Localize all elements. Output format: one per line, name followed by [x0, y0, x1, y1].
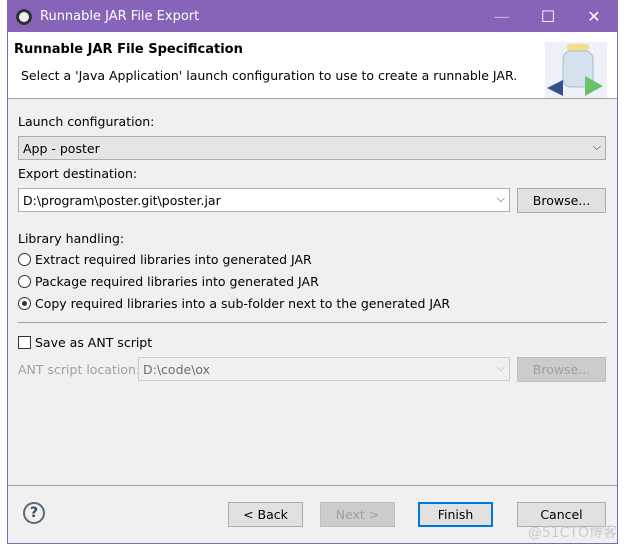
library-handling-label: Library handling:	[18, 231, 125, 246]
next-button[interactable]: Next >	[320, 502, 395, 527]
launch-config-value: App - poster	[23, 140, 100, 156]
help-icon[interactable]: ?	[23, 502, 45, 524]
export-destination-value: D:\program\poster.git\poster.jar	[23, 192, 221, 208]
browse-ant-button[interactable]: Browse...	[517, 357, 606, 382]
checkbox-label: Save as ANT script	[35, 335, 153, 350]
radio-label: Extract required libraries into generate…	[35, 252, 312, 267]
ant-location-value: D:\code\ox	[143, 361, 211, 377]
radio-extract[interactable]: Extract required libraries into generate…	[18, 252, 312, 267]
page-description: Select a 'Java Application' launch confi…	[21, 68, 518, 83]
radio-circle	[18, 275, 31, 288]
minimize-button[interactable]: —	[479, 1, 525, 32]
save-ant-checkbox[interactable]: Save as ANT script	[18, 335, 152, 350]
radio-label: Package required libraries into generate…	[35, 274, 319, 289]
button-bar-divider	[8, 485, 617, 486]
ant-location-input[interactable]: D:\code\ox ⌵	[138, 357, 510, 381]
ant-location-label: ANT script location:	[18, 362, 141, 377]
eclipse-gear-icon	[16, 8, 32, 25]
export-dialog: Runnable JAR File Export — ☐ ✕ Runnable …	[7, 0, 618, 544]
launch-config-select[interactable]: App - poster ⌵	[18, 136, 606, 160]
page-title: Runnable JAR File Specification	[14, 42, 243, 57]
radio-label: Copy required libraries into a sub-folde…	[35, 296, 451, 311]
watermark: @51CTO博客	[527, 525, 617, 541]
divider	[18, 322, 607, 323]
maximize-button[interactable]: ☐	[525, 1, 571, 32]
chevron-down-icon: ⌵	[496, 361, 505, 374]
export-destination-input[interactable]: D:\program\poster.git\poster.jar ⌵	[18, 188, 510, 212]
browse-export-button[interactable]: Browse...	[517, 188, 606, 213]
window-title: Runnable JAR File Export	[40, 9, 200, 24]
chevron-down-icon: ⌵	[592, 140, 601, 153]
wizard-header: Runnable JAR File Specification Select a…	[8, 32, 617, 99]
radio-circle	[18, 253, 31, 266]
radio-copy[interactable]: Copy required libraries into a sub-folde…	[18, 296, 450, 311]
back-button[interactable]: < Back	[228, 502, 303, 527]
close-button[interactable]: ✕	[571, 1, 617, 32]
launch-config-label: Launch configuration:	[18, 114, 155, 129]
jar-icon	[545, 42, 607, 98]
checkbox-box	[18, 336, 31, 349]
radio-package[interactable]: Package required libraries into generate…	[18, 274, 319, 289]
finish-button[interactable]: Finish	[418, 502, 493, 527]
chevron-down-icon: ⌵	[496, 192, 505, 205]
radio-circle	[18, 297, 31, 310]
export-destination-label: Export destination:	[18, 166, 138, 181]
